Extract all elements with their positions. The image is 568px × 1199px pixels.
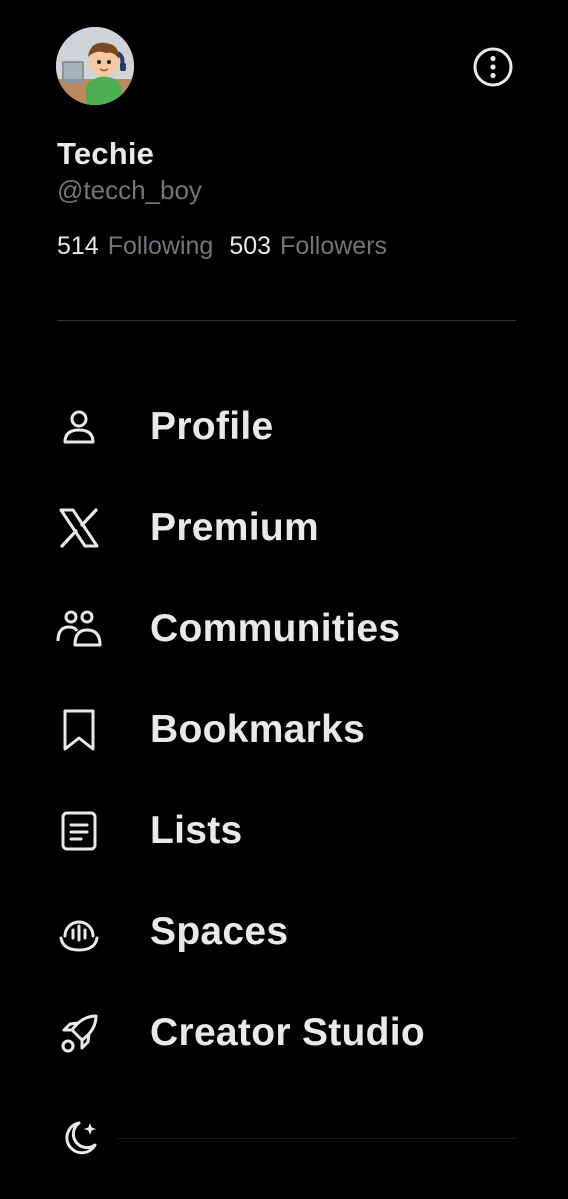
menu-item-label: Spaces — [150, 909, 289, 953]
menu-item-communities[interactable]: Communities — [0, 578, 568, 679]
menu-item-label: Creator Studio — [150, 1010, 426, 1054]
spaces-icon — [54, 907, 104, 957]
more-vertical-icon — [473, 47, 513, 87]
rocket-icon — [54, 1008, 104, 1058]
bookmark-icon — [54, 705, 104, 755]
menu-item-label: Communities — [150, 606, 401, 650]
moon-sparkle-icon — [65, 1121, 97, 1155]
menu-item-creator-studio[interactable]: Creator Studio — [0, 982, 568, 1083]
menu-item-bookmarks[interactable]: Bookmarks — [0, 679, 568, 780]
bottom-divider — [118, 1138, 516, 1139]
menu-item-premium[interactable]: Premium — [0, 477, 568, 578]
menu-item-label: Premium — [150, 505, 319, 549]
followers-label: Followers — [280, 232, 388, 260]
person-icon — [54, 402, 104, 452]
menu-item-label: Lists — [150, 808, 243, 852]
avatar[interactable] — [56, 27, 134, 105]
following-link[interactable]: 514 Following — [57, 232, 213, 261]
followers-link[interactable]: 503 Followers — [229, 232, 387, 261]
theme-toggle-button[interactable] — [54, 1114, 104, 1164]
more-options-button[interactable] — [472, 46, 514, 88]
navigation-drawer: Techie @tecch_boy 514 Following 503 Foll… — [0, 0, 568, 1199]
divider — [57, 320, 516, 321]
menu-item-label: Profile — [150, 404, 274, 448]
display-name[interactable]: Techie — [57, 136, 154, 172]
following-label: Following — [107, 232, 214, 260]
follow-stats: 514 Following 503 Followers — [57, 232, 387, 261]
user-handle[interactable]: @tecch_boy — [57, 175, 202, 206]
x-logo-icon — [54, 503, 104, 553]
menu-item-lists[interactable]: Lists — [0, 780, 568, 881]
menu-item-profile[interactable]: Profile — [0, 376, 568, 477]
following-count: 514 — [57, 232, 99, 260]
list-icon — [54, 806, 104, 856]
menu-item-label: Bookmarks — [150, 707, 366, 751]
communities-icon — [54, 604, 104, 654]
menu-item-spaces[interactable]: Spaces — [0, 881, 568, 982]
followers-count: 503 — [229, 232, 272, 260]
